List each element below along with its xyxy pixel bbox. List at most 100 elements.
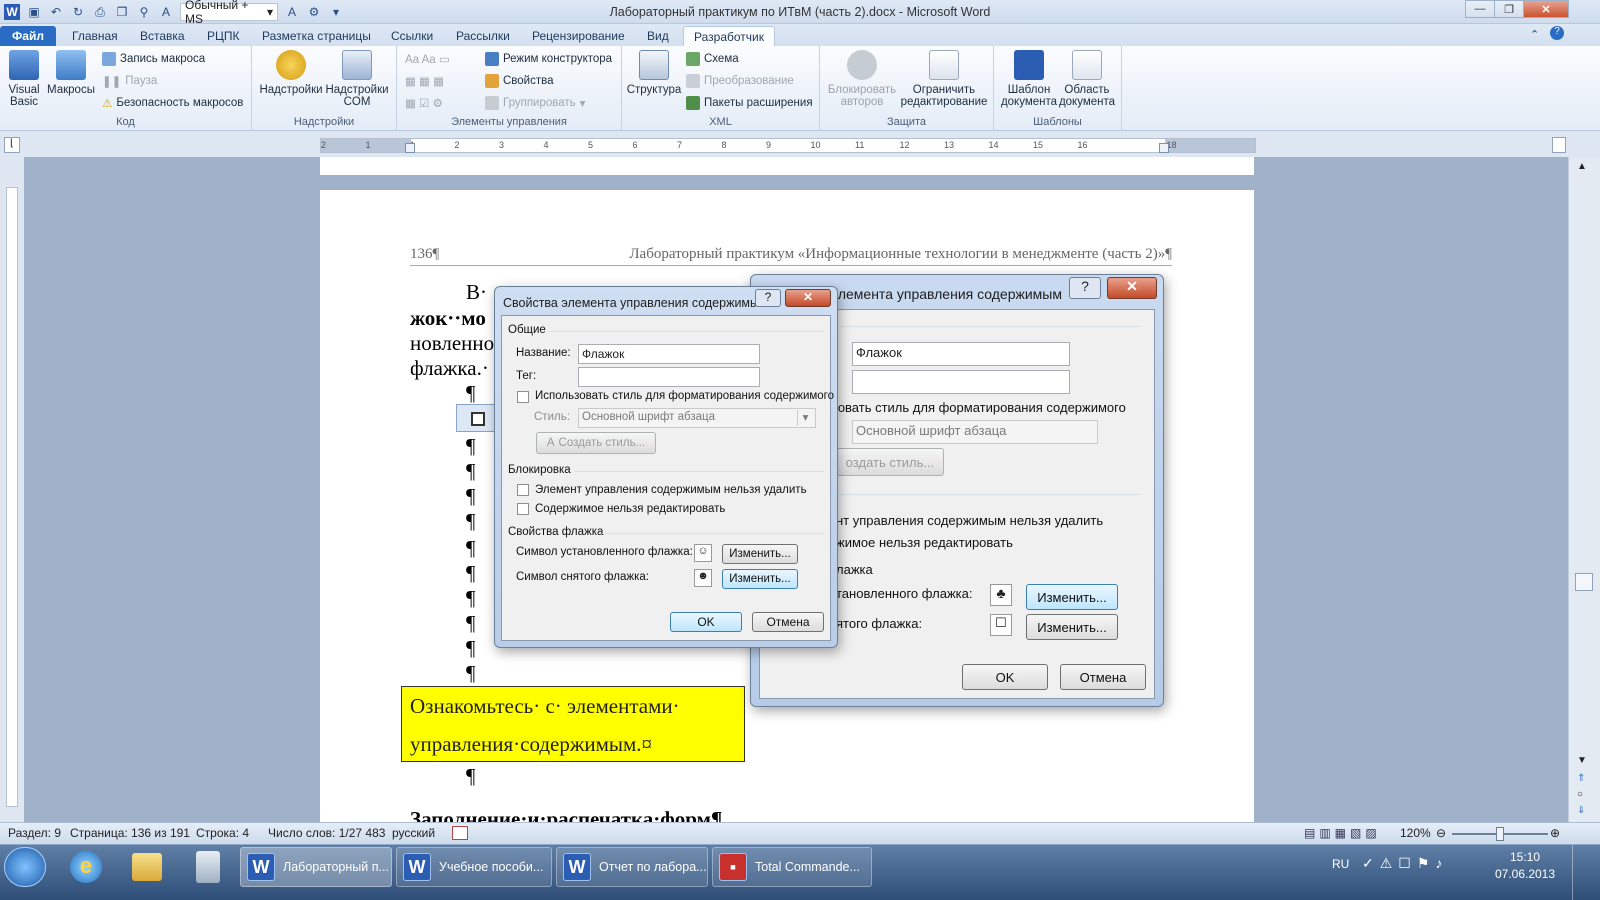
paragraph-line-2[interactable]: жок··мо — [410, 306, 486, 331]
text-control-icon[interactable]: Aa Aa ▭ — [405, 50, 450, 68]
dialog-close-button[interactable]: ✕ — [785, 289, 831, 307]
style-select[interactable]: Основной шрифт абзаца ▾ — [578, 408, 816, 428]
create-style-button[interactable]: A Создать стиль... — [536, 432, 656, 454]
minimize-ribbon-icon[interactable]: ⌃ — [1530, 28, 1539, 41]
view-buttons-icon[interactable]: ▤▥▦▧▨ — [1304, 826, 1381, 840]
restrict-editing-button[interactable]: Ограничить редактирование — [898, 50, 990, 108]
name-input[interactable]: Флажок — [578, 344, 760, 364]
zoom-slider-thumb[interactable] — [1496, 827, 1504, 841]
empty-paragraph[interactable]: ¶ — [466, 586, 476, 611]
com-addins-button[interactable]: Надстройки COM — [324, 50, 390, 108]
transform-button[interactable]: Преобразование — [686, 72, 794, 90]
zoom-in-icon[interactable]: ⊕ — [1550, 826, 1560, 840]
status-section[interactable]: Раздел: 9 — [8, 826, 61, 840]
use-style-checkbox[interactable] — [517, 391, 529, 403]
minimize-button[interactable]: — — [1465, 0, 1495, 18]
taskbar-item-lab-practicum[interactable]: W Лабораторный п... — [240, 847, 392, 887]
properties-button[interactable]: Свойства — [485, 72, 554, 90]
status-page[interactable]: Страница: 136 из 191 — [70, 826, 190, 840]
tab-developer[interactable]: Разработчик — [683, 26, 775, 46]
vertical-scrollbar[interactable]: ▲ ▼ ⇑ ○ ⇓ — [1568, 157, 1600, 822]
lock-delete-checkbox[interactable] — [517, 484, 529, 496]
tray-icons[interactable]: ✓⚠☐⚑♪ — [1362, 855, 1448, 872]
status-line[interactable]: Строка: 4 — [196, 826, 249, 840]
paragraph-line-3[interactable]: новленно — [410, 331, 494, 356]
dialog-help-icon[interactable]: ? — [755, 289, 781, 307]
show-desktop-button[interactable] — [1572, 845, 1600, 900]
tab-view[interactable]: Вид — [637, 26, 679, 46]
record-macro-button[interactable]: Запись макроса — [102, 50, 205, 68]
checkbox-unchecked-icon[interactable] — [471, 412, 485, 426]
tab-selector[interactable]: ⌊ — [4, 137, 20, 153]
tab-review[interactable]: Рецензирование — [522, 26, 635, 46]
indent-marker[interactable] — [405, 143, 415, 153]
status-word-count[interactable]: Число слов: 1/27 483 — [268, 826, 385, 840]
previous-page-icon[interactable]: ⇑ — [1577, 773, 1585, 784]
help-icon[interactable]: ? — [1550, 26, 1564, 40]
select-browse-object-icon[interactable]: ○ — [1577, 789, 1583, 800]
empty-paragraph[interactable]: ¶ — [466, 661, 476, 686]
status-language[interactable]: русский — [392, 826, 435, 840]
block-authors-button[interactable]: Блокировать авторов — [824, 50, 900, 108]
structure-button[interactable]: Структура — [626, 50, 682, 96]
zoom-level[interactable]: 120% — [1400, 826, 1431, 840]
macros-button[interactable]: Макросы — [46, 50, 96, 96]
taskbar-item-total-commander[interactable]: ▪ Total Commande... — [712, 847, 872, 887]
document-panel-button[interactable]: Область документа — [1056, 50, 1118, 108]
tab-file[interactable]: Файл — [0, 26, 56, 46]
maximize-button[interactable]: ❐ — [1494, 0, 1524, 18]
vertical-ruler[interactable] — [0, 157, 24, 822]
paragraph-line-1[interactable]: В· — [466, 280, 487, 305]
visual-basic-button[interactable]: Visual Basic — [4, 50, 44, 108]
section-heading[interactable]: Заполнение·и·распечатка·форм¶ — [410, 806, 722, 822]
lock-edit-checkbox[interactable] — [517, 503, 529, 515]
highlighted-note-box[interactable]: Ознакомьтесь· с· элементами· управления·… — [401, 686, 745, 762]
empty-paragraph[interactable]: ¶ — [466, 561, 476, 586]
cancel-button[interactable]: Отмена — [752, 612, 824, 632]
taskbar-item-report[interactable]: W Отчет по лабора... — [556, 847, 708, 887]
tab-insert[interactable]: Вставка — [130, 26, 195, 46]
right-indent-marker[interactable] — [1159, 143, 1169, 153]
internet-explorer-icon[interactable]: e — [70, 851, 102, 883]
group-button[interactable]: Группировать ▾ — [485, 94, 585, 112]
clock[interactable]: 15:10 07.06.2013 — [1490, 850, 1560, 881]
empty-paragraph[interactable]: ¶ — [466, 636, 476, 661]
schema-button[interactable]: Схема — [686, 50, 739, 68]
empty-paragraph[interactable]: ¶ — [466, 509, 476, 534]
tab-rcpk[interactable]: РЦПК — [197, 26, 250, 46]
start-button[interactable] — [4, 847, 46, 887]
keyboard-language[interactable]: RU — [1332, 857, 1349, 871]
addins-button[interactable]: Надстройки — [256, 50, 326, 96]
empty-paragraph[interactable]: ¶ — [466, 484, 476, 509]
checkbox-control-icon[interactable]: ▦ ☑ ⚙ — [405, 94, 443, 112]
change-checked-symbol-button[interactable]: Изменить... — [722, 544, 798, 564]
empty-paragraph[interactable]: ¶ — [466, 764, 476, 789]
horizontal-ruler[interactable]: 211234567891011121314151618 — [320, 138, 1256, 153]
empty-paragraph[interactable]: ¶ — [466, 536, 476, 561]
expansion-packs-button[interactable]: Пакеты расширения — [686, 94, 813, 112]
macro-security-button[interactable]: ⚠ Безопасность макросов — [102, 94, 243, 112]
tab-page-layout[interactable]: Разметка страницы — [252, 26, 381, 46]
ok-button[interactable]: OK — [670, 612, 742, 632]
scroll-down-icon[interactable]: ▼ — [1577, 755, 1587, 766]
tab-mailings[interactable]: Рассылки — [446, 26, 520, 46]
macro-record-icon[interactable] — [452, 826, 468, 840]
design-mode-button[interactable]: Режим конструктора — [485, 50, 612, 68]
empty-paragraph[interactable]: ¶ — [466, 381, 476, 406]
picture-control-icon[interactable]: ▦ ▦ ▦ — [405, 72, 444, 90]
document-template-button[interactable]: Шаблон документа — [998, 50, 1060, 108]
checkbox-content-control[interactable] — [456, 404, 496, 432]
view-ruler-icon[interactable] — [1552, 137, 1566, 153]
empty-paragraph[interactable]: ¶ — [466, 611, 476, 636]
next-page-icon[interactable]: ⇓ — [1577, 805, 1585, 816]
tag-input[interactable] — [578, 367, 760, 387]
scroll-up-icon[interactable]: ▲ — [1577, 161, 1587, 172]
close-button[interactable]: ✕ — [1523, 0, 1569, 18]
empty-paragraph[interactable]: ¶ — [466, 459, 476, 484]
file-explorer-icon[interactable] — [132, 853, 162, 881]
tab-references[interactable]: Ссылки — [381, 26, 443, 46]
calculator-icon[interactable] — [196, 851, 220, 883]
scroll-thumb[interactable] — [1575, 573, 1593, 591]
change-unchecked-symbol-button[interactable]: Изменить... — [722, 569, 798, 589]
tab-home[interactable]: Главная — [62, 26, 128, 46]
